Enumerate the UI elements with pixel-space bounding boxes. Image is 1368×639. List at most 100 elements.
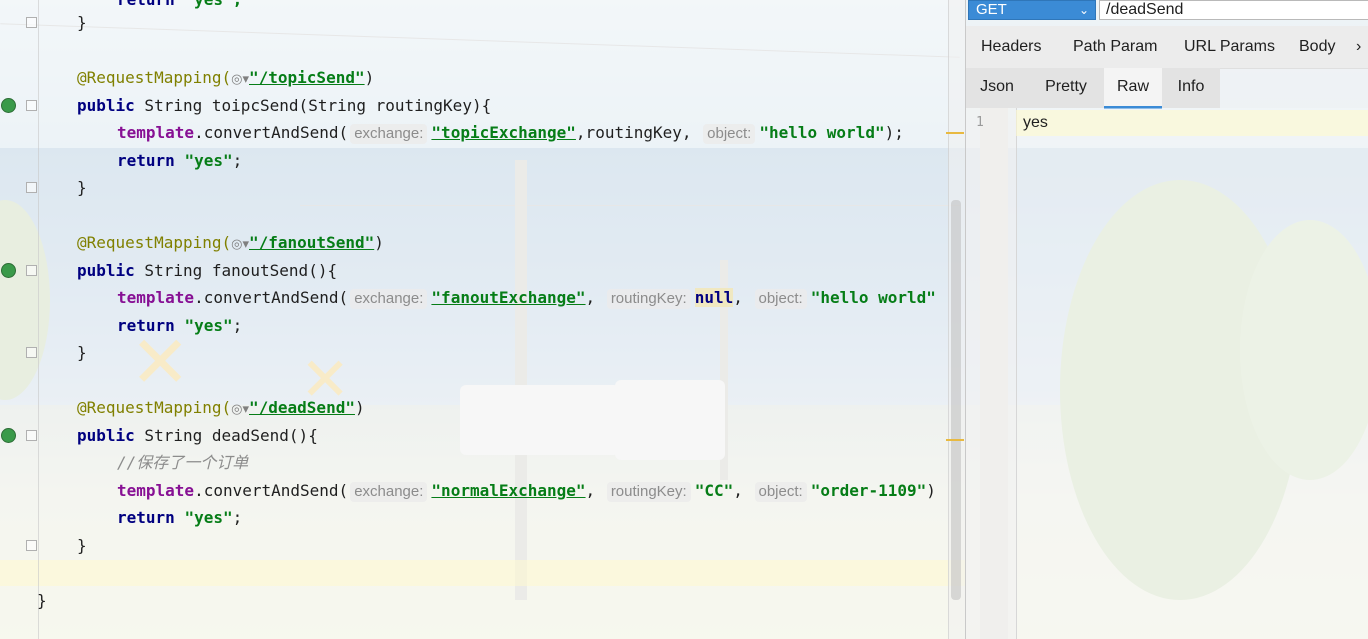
line-number: 1 bbox=[976, 115, 984, 130]
tab-raw[interactable]: Raw bbox=[1104, 68, 1162, 109]
annotation: @RequestMapping( bbox=[77, 233, 232, 252]
string-literal: "fanoutExchange" bbox=[431, 288, 586, 307]
code-line: return "yes"; bbox=[117, 147, 242, 174]
code-editor[interactable]: return "yes"; } @RequestMapping(◎▾"/topi… bbox=[0, 0, 965, 639]
scrollbar-thumb[interactable] bbox=[951, 200, 961, 600]
fold-icon[interactable] bbox=[26, 540, 37, 551]
current-line-highlight bbox=[1016, 110, 1368, 136]
annotation: @RequestMapping( bbox=[77, 68, 232, 87]
keyword-return: return bbox=[117, 151, 175, 170]
code-line: public String deadSend(){ bbox=[77, 422, 318, 449]
warning-marker[interactable] bbox=[946, 132, 964, 134]
warning-marker[interactable] bbox=[946, 439, 964, 441]
code-line: @RequestMapping(◎▾"/fanoutSend") bbox=[77, 229, 384, 256]
web-endpoint-icon[interactable]: ◎▾ bbox=[231, 237, 249, 252]
fold-icon[interactable] bbox=[26, 17, 37, 28]
code-text: , bbox=[733, 481, 753, 500]
code-line: @RequestMapping(◎▾"/topicSend") bbox=[77, 64, 374, 91]
http-method-value: GET bbox=[976, 1, 1007, 18]
tab-headers[interactable]: Headers bbox=[981, 26, 1041, 68]
code-text: ; bbox=[232, 316, 243, 335]
fold-icon[interactable] bbox=[26, 265, 37, 276]
fold-icon[interactable] bbox=[26, 100, 37, 111]
string-literal: "yes" bbox=[184, 151, 233, 170]
keyword-public: public bbox=[77, 96, 135, 115]
response-tabs: Json Pretty Raw Info bbox=[966, 68, 1220, 109]
code-line: public String fanoutSend(){ bbox=[77, 257, 337, 284]
endpoint-gutter-icon[interactable] bbox=[1, 263, 16, 278]
endpoint-gutter-icon[interactable] bbox=[1, 98, 16, 113]
code-text: ); bbox=[884, 123, 904, 142]
editor-scrollbar[interactable] bbox=[948, 0, 965, 639]
code-comment: //保存了一个订单 bbox=[117, 453, 249, 472]
keyword-return: return bbox=[117, 508, 175, 527]
rest-client-panel: GET ⌄ /deadSend Headers Path Param URL P… bbox=[965, 0, 1368, 639]
code-line: } bbox=[77, 339, 87, 366]
paren: ) bbox=[354, 398, 365, 417]
web-endpoint-icon[interactable]: ◎▾ bbox=[231, 72, 249, 87]
string-literal: "CC" bbox=[694, 481, 734, 500]
annotation: @RequestMapping( bbox=[77, 398, 232, 417]
response-body-area[interactable]: 1 yes bbox=[966, 108, 1368, 639]
code-line: } bbox=[77, 174, 87, 201]
request-tabs: Headers Path Param URL Params Body › bbox=[966, 26, 1368, 69]
param-hint: exchange: bbox=[350, 124, 428, 144]
tab-path-param[interactable]: Path Param bbox=[1073, 26, 1157, 68]
code-text: ; bbox=[232, 151, 243, 170]
method-call: .convertAndSend( bbox=[194, 123, 349, 142]
code-line: return "yes"; bbox=[117, 0, 242, 13]
keyword-public: public bbox=[77, 261, 135, 280]
code-line: } bbox=[77, 9, 87, 36]
request-url-input[interactable]: /deadSend bbox=[1099, 0, 1368, 20]
mapping-path[interactable]: "/deadSend" bbox=[249, 398, 355, 417]
endpoint-gutter-icon[interactable] bbox=[1, 428, 16, 443]
code-line: } bbox=[77, 532, 87, 559]
code-line: return "yes"; bbox=[117, 504, 242, 531]
string-literal: "yes" bbox=[184, 508, 233, 527]
fold-icon[interactable] bbox=[26, 347, 37, 358]
string-literal: "yes"; bbox=[184, 0, 242, 9]
code-line: //保存了一个订单 bbox=[117, 449, 248, 476]
tab-bar-filler bbox=[1220, 68, 1368, 108]
field-template: template bbox=[117, 481, 195, 500]
code-line: } bbox=[37, 587, 47, 614]
string-literal: "order-1109" bbox=[810, 481, 927, 500]
tab-json[interactable]: Json bbox=[966, 68, 1028, 106]
web-endpoint-icon[interactable]: ◎▾ bbox=[231, 402, 249, 417]
tab-body[interactable]: Body bbox=[1299, 26, 1335, 68]
string-literal: "normalExchange" bbox=[431, 481, 586, 500]
string-literal: "hello world" bbox=[759, 123, 885, 142]
mapping-path[interactable]: "/topicSend" bbox=[249, 68, 365, 87]
fold-icon[interactable] bbox=[26, 182, 37, 193]
param-hint: object: bbox=[754, 482, 807, 502]
tabs-overflow-icon[interactable]: › bbox=[1356, 26, 1361, 68]
http-method-select[interactable]: GET ⌄ bbox=[968, 0, 1096, 20]
tab-pretty[interactable]: Pretty bbox=[1028, 68, 1104, 106]
code-text: , bbox=[733, 288, 753, 307]
response-text: yes bbox=[1023, 114, 1048, 131]
code-line: public String toipcSend(String routingKe… bbox=[77, 92, 491, 119]
method-call: .convertAndSend( bbox=[194, 288, 349, 307]
keyword-return: return bbox=[117, 316, 175, 335]
keyword-public: public bbox=[77, 426, 135, 445]
param-hint: routingKey: bbox=[606, 482, 691, 502]
tab-url-params[interactable]: URL Params bbox=[1184, 26, 1275, 68]
closing-brace: } bbox=[77, 343, 87, 362]
field-template: template bbox=[117, 123, 195, 142]
method-signature: String fanoutSend(){ bbox=[134, 261, 338, 280]
fold-icon[interactable] bbox=[26, 430, 37, 441]
field-template: template bbox=[117, 288, 195, 307]
mapping-path[interactable]: "/fanoutSend" bbox=[249, 233, 374, 252]
editor-gutter-divider bbox=[38, 0, 39, 639]
closing-brace: } bbox=[37, 591, 47, 610]
param-hint: object: bbox=[754, 289, 807, 309]
code-text: , bbox=[585, 288, 605, 307]
paren: ) bbox=[364, 68, 375, 87]
code-text: ; bbox=[232, 508, 243, 527]
tab-info[interactable]: Info bbox=[1162, 68, 1220, 106]
param-hint: exchange: bbox=[350, 289, 428, 309]
response-gutter: 1 bbox=[966, 108, 1017, 639]
param-hint: routingKey: bbox=[606, 289, 691, 309]
code-text: , bbox=[585, 481, 605, 500]
code-text: ,routingKey, bbox=[575, 123, 702, 142]
